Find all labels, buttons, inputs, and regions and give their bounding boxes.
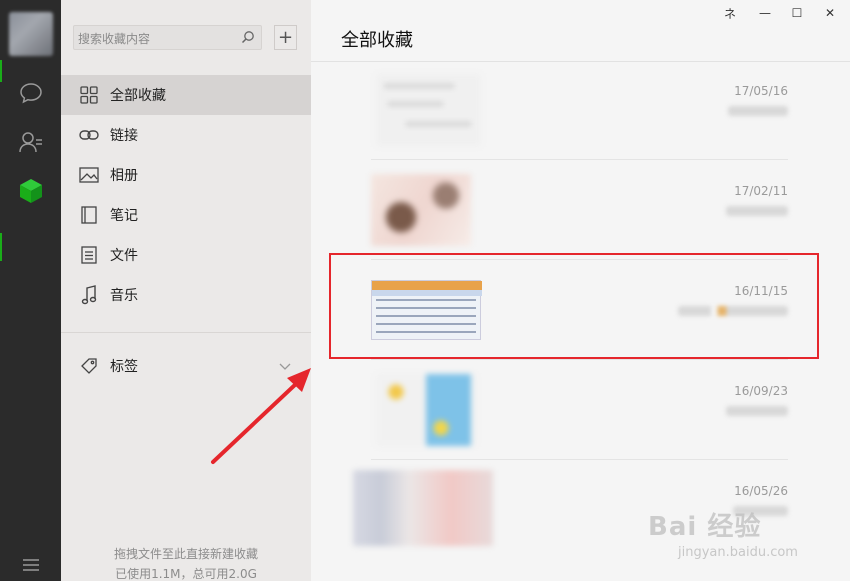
category-album[interactable]: 相册 bbox=[61, 155, 311, 195]
maximize-button[interactable]: ☐ bbox=[786, 4, 808, 22]
category-label: 音乐 bbox=[110, 288, 138, 304]
page-title: 全部收藏 bbox=[341, 30, 413, 51]
item-thumbnail bbox=[371, 174, 471, 246]
item-thumbnail bbox=[353, 470, 493, 546]
search-input[interactable]: 搜索收藏内容 bbox=[73, 25, 262, 50]
plus-icon: + bbox=[277, 26, 294, 48]
pin-icon: ネ bbox=[723, 6, 736, 21]
avatar[interactable] bbox=[9, 12, 53, 56]
contacts-icon[interactable] bbox=[18, 129, 44, 155]
item-source bbox=[726, 206, 788, 216]
menu-icon[interactable] bbox=[18, 552, 44, 578]
favorite-item[interactable]: 16/09/23 bbox=[371, 360, 788, 460]
item-thumbnail bbox=[376, 74, 481, 146]
note-icon bbox=[78, 204, 100, 226]
tag-icon bbox=[78, 355, 100, 377]
search-icon[interactable] bbox=[241, 30, 255, 48]
drag-hint: 拖拽文件至此直接新建收藏 bbox=[113, 547, 258, 561]
item-date: 17/02/11 bbox=[734, 184, 788, 198]
maximize-icon: ☐ bbox=[791, 6, 803, 20]
watermark-logo: Bai 经验 bbox=[648, 512, 762, 542]
chat-icon[interactable] bbox=[18, 80, 44, 106]
minimize-button[interactable]: — bbox=[754, 4, 776, 22]
item-date: 16/05/26 bbox=[734, 484, 788, 498]
nav-edge-marker bbox=[0, 60, 2, 82]
file-icon bbox=[78, 244, 100, 266]
item-date: 16/09/23 bbox=[734, 384, 788, 398]
favorite-item[interactable]: 17/05/16 bbox=[371, 60, 788, 160]
category-label: 链接 bbox=[110, 128, 138, 144]
watermark-url: jingyan.baidu.com bbox=[678, 545, 798, 560]
item-thumbnail bbox=[376, 374, 476, 446]
category-label: 全部收藏 bbox=[110, 88, 166, 104]
chevron-down-icon[interactable] bbox=[279, 359, 291, 375]
category-notes[interactable]: 笔记 bbox=[61, 195, 311, 235]
favorite-item[interactable]: 17/02/11 bbox=[371, 160, 788, 260]
nav-bar bbox=[0, 0, 61, 581]
item-source bbox=[728, 106, 788, 116]
item-source bbox=[726, 406, 788, 416]
music-icon bbox=[78, 284, 100, 306]
tags-section[interactable]: 标签 bbox=[61, 346, 311, 386]
nav-edge-marker bbox=[0, 233, 2, 261]
category-files[interactable]: 文件 bbox=[61, 235, 311, 275]
category-music[interactable]: 音乐 bbox=[61, 275, 311, 315]
category-label: 相册 bbox=[110, 168, 138, 184]
favorites-cube-icon[interactable] bbox=[18, 178, 44, 204]
grid-icon bbox=[78, 84, 100, 106]
pin-button[interactable]: ネ bbox=[719, 4, 741, 22]
minimize-icon: — bbox=[759, 6, 771, 20]
tags-label: 标签 bbox=[110, 359, 138, 375]
search-placeholder: 搜索收藏内容 bbox=[78, 32, 151, 46]
item-date: 17/05/16 bbox=[734, 84, 788, 98]
link-icon bbox=[78, 124, 100, 146]
add-favorite-button[interactable]: + bbox=[274, 25, 297, 50]
category-label: 笔记 bbox=[110, 208, 138, 224]
category-label: 文件 bbox=[110, 248, 138, 264]
image-icon bbox=[78, 164, 100, 186]
close-button[interactable]: ✕ bbox=[819, 4, 841, 22]
close-icon: ✕ bbox=[824, 6, 836, 20]
highlight-box bbox=[329, 253, 819, 359]
storage-usage: 已使用1.1M，总可用2.0G bbox=[115, 567, 257, 581]
category-all[interactable]: 全部收藏 bbox=[61, 75, 311, 115]
category-links[interactable]: 链接 bbox=[61, 115, 311, 155]
category-panel: 搜索收藏内容 + 全部收藏 链接 相册 笔记 文件 音乐 标签 拖拽文件至此直接… bbox=[61, 0, 311, 581]
divider bbox=[61, 332, 311, 333]
